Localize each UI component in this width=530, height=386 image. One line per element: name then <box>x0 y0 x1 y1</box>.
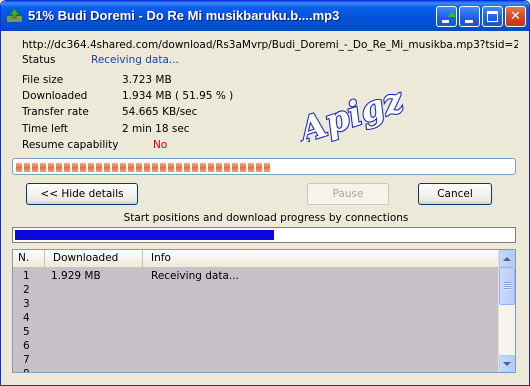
minimize-to-tray-button[interactable] <box>436 6 457 27</box>
progress-block <box>56 163 62 172</box>
scroll-up-icon <box>503 256 511 261</box>
time-left-value: 2 min 18 sec <box>122 123 190 135</box>
transfer-rate-value: 54.665 KB/sec <box>122 106 198 118</box>
progress-block <box>64 163 70 172</box>
progress-block <box>96 163 102 172</box>
progress-block <box>160 163 166 172</box>
progress-block <box>240 163 246 172</box>
row-number: 5 <box>23 326 30 338</box>
grip-icon <box>504 282 511 290</box>
progress-block <box>128 163 134 172</box>
progress-block <box>16 163 22 172</box>
download-progress-fill <box>16 162 272 172</box>
column-header-info[interactable]: Info <box>143 250 499 268</box>
scroll-up-button[interactable] <box>499 250 515 267</box>
progress-block <box>232 163 238 172</box>
progress-block <box>144 163 150 172</box>
progress-block <box>256 163 262 172</box>
pause-button[interactable]: Pause <box>307 183 389 205</box>
download-url: http://dc364.4shared.com/download/Rs3aMv… <box>22 39 518 51</box>
progress-block <box>168 163 174 172</box>
progress-block <box>200 163 206 172</box>
connections-table: N. Downloaded Info 1 1.929 MB Receiving da… <box>12 249 516 373</box>
table-row[interactable]: 4 <box>13 311 499 325</box>
progress-block <box>136 163 142 172</box>
progress-block <box>192 163 198 172</box>
idm-app-icon <box>7 7 22 22</box>
maximize-button[interactable] <box>482 6 503 27</box>
progress-block <box>24 163 30 172</box>
row-number: 7 <box>23 354 30 366</box>
vertical-scrollbar[interactable] <box>498 250 515 372</box>
row-info: Receiving data... <box>151 270 239 282</box>
downloaded-label: Downloaded <box>22 90 88 102</box>
minimize-button[interactable] <box>459 6 480 27</box>
status-value: Receiving data... <box>91 54 179 66</box>
status-label: Status <box>22 54 56 66</box>
connections-progress-fill <box>15 230 274 240</box>
connections-title: Start positions and download progress by… <box>123 212 409 224</box>
close-icon: ✕ <box>510 9 521 24</box>
progress-block <box>208 163 214 172</box>
resume-value: No <box>153 139 168 151</box>
downloaded-value: 1.934 MB ( 51.95 % ) <box>122 90 234 102</box>
window-title: 51% Budi Doremi - Do Re Mi musikbaruku.b… <box>28 8 340 23</box>
row-downloaded: 1.929 MB <box>51 270 101 282</box>
progress-block <box>264 163 270 172</box>
watermark-logo: Apigz <box>291 79 410 142</box>
title-bar[interactable]: 51% Budi Doremi - Do Re Mi musikbaruku.b… <box>1 1 529 31</box>
progress-block <box>112 163 118 172</box>
maximize-icon <box>483 7 502 26</box>
progress-block <box>184 163 190 172</box>
close-button[interactable]: ✕ <box>505 6 526 27</box>
table-row[interactable]: 7 <box>13 353 499 367</box>
table-row[interactable]: 5 <box>13 325 499 339</box>
connections-progress-bar <box>12 227 516 243</box>
scroll-down-icon <box>503 361 511 366</box>
watermark-text: Apigz <box>292 80 409 142</box>
row-number: 8 <box>23 367 30 372</box>
file-size-label: File size <box>22 74 64 86</box>
connections-table-header: N. Downloaded Info <box>13 250 499 268</box>
progress-block <box>40 163 46 172</box>
progress-block <box>80 163 86 172</box>
progress-block <box>248 163 254 172</box>
progress-block <box>48 163 54 172</box>
progress-block <box>104 163 110 172</box>
scroll-thumb[interactable] <box>499 267 515 305</box>
progress-block <box>88 163 94 172</box>
time-left-label: Time left <box>22 123 69 135</box>
table-row[interactable]: 8 <box>13 367 499 372</box>
progress-block <box>152 163 158 172</box>
column-header-downloaded[interactable]: Downloaded <box>45 250 143 268</box>
minimize-to-tray-icon <box>437 7 456 26</box>
table-row[interactable]: 1 1.929 MB Receiving data... <box>13 269 499 283</box>
minimize-icon <box>460 7 479 26</box>
progress-block <box>32 163 38 172</box>
scroll-down-button[interactable] <box>499 355 515 372</box>
table-row[interactable]: 2 <box>13 283 499 297</box>
file-size-value: 3.723 MB <box>122 74 172 86</box>
row-number: 3 <box>23 298 30 310</box>
resume-label: Resume capability <box>22 139 119 151</box>
row-number: 6 <box>23 340 30 352</box>
download-window: 51% Budi Doremi - Do Re Mi musikbaruku.b… <box>0 0 530 386</box>
progress-block <box>72 163 78 172</box>
row-number: 1 <box>23 270 30 282</box>
progress-block <box>216 163 222 172</box>
table-row[interactable]: 6 <box>13 339 499 353</box>
progress-block <box>224 163 230 172</box>
cancel-button[interactable]: Cancel <box>418 183 492 205</box>
column-header-number[interactable]: N. <box>13 250 45 268</box>
hide-details-button[interactable]: << Hide details <box>26 183 138 205</box>
row-number: 4 <box>23 312 30 324</box>
download-progress-bar <box>12 158 516 175</box>
connections-table-body: 1 1.929 MB Receiving data... 2 3 4 5 6 78 <box>13 269 499 372</box>
progress-block <box>176 163 182 172</box>
progress-block <box>120 163 126 172</box>
row-number: 2 <box>23 284 30 296</box>
table-row[interactable]: 3 <box>13 297 499 311</box>
transfer-rate-label: Transfer rate <box>22 106 89 118</box>
